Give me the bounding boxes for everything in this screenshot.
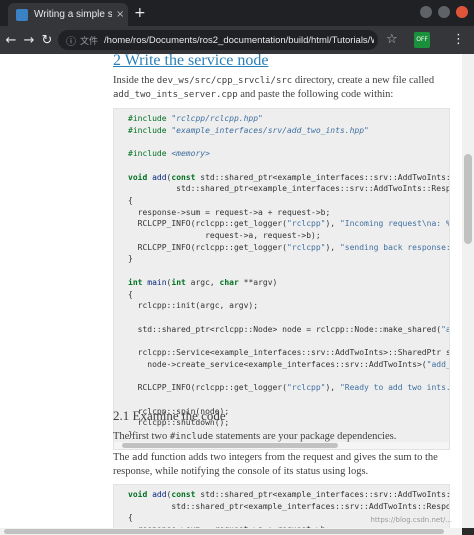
code-line: RCLCPP_INFO(rclcpp::get_logger("rclcpp")…: [128, 242, 450, 252]
include-paragraph: The first two #include statements are yo…: [113, 430, 451, 444]
tab-title: Writing a simple service a: [34, 9, 112, 20]
code-line: RCLCPP_INFO(rclcpp::get_logger("rclcpp")…: [128, 219, 449, 229]
section-heading: 2 Write the service node: [113, 54, 268, 70]
intro-text-post: and paste the following code within:: [237, 89, 394, 100]
bookmark-star-icon[interactable]: ☆: [386, 32, 398, 47]
subsection-heading: 2.1 Examine the code: [113, 408, 226, 423]
code-line: int main(int argc, char **argv): [128, 277, 278, 287]
code-line: rclcpp::init(argc, argv);: [137, 301, 259, 311]
new-tab-button[interactable]: +: [134, 5, 146, 21]
p1-code: #include: [169, 432, 214, 442]
code-line: {: [128, 289, 133, 299]
code-block-server[interactable]: #include "rclcpp/rclcpp.hpp" #include "e…: [113, 108, 450, 450]
code-line: #include <memory>: [128, 149, 210, 159]
close-window-button[interactable]: [456, 6, 468, 18]
code-line: std::shared_ptr<example_interfaces::srv:…: [171, 501, 450, 511]
browser-toolbar: ← → ↻ ⓘ 文件 /home/ros/Documents/ros2_docu…: [0, 26, 474, 54]
page-vertical-scrollbar[interactable]: [462, 54, 474, 528]
code-line: RCLCPP_INFO(rclcpp::get_logger("rclcpp")…: [128, 383, 450, 393]
section-heading-link[interactable]: 2 Write the service node: [113, 54, 268, 69]
extension-icon[interactable]: OFF: [414, 32, 430, 48]
code-line: }: [128, 254, 133, 264]
browser-menu-icon[interactable]: ⋮: [452, 32, 465, 47]
window-controls: [420, 6, 468, 18]
url-scheme-label: 文件: [80, 36, 99, 47]
code-line: #include "example_interfaces/srv/add_two…: [128, 125, 369, 135]
forward-icon[interactable]: →: [20, 33, 38, 48]
code-listing: #include "rclcpp/rclcpp.hpp" #include "e…: [128, 113, 450, 441]
code-line: rclcpp::Service<example_interfaces::srv:…: [137, 348, 449, 358]
code-line: void add(const std::shared_ptr<example_i…: [128, 172, 449, 182]
code-line: response->sum = request->a + request->b;: [137, 207, 331, 217]
browser-titlebar: Writing a simple service a × +: [0, 0, 474, 26]
p1-text-post: statements are your package dependencies…: [213, 431, 397, 442]
back-icon[interactable]: ←: [2, 33, 20, 48]
intro-path: dev_ws/src/cpp_srvcli/src: [156, 76, 293, 86]
page-viewport: 2 Write the service node Inside the dev_…: [0, 54, 462, 528]
page-hscrollbar-thumb[interactable]: [4, 529, 444, 534]
code-line: request->a, request->b);: [205, 231, 321, 241]
code-line: std::shared_ptr<rclcpp::Node> node = rcl…: [128, 324, 450, 334]
intro-filename: add_two_ints_server.cpp: [113, 90, 238, 100]
add-function-paragraph: The add function adds two integers from …: [113, 451, 451, 479]
intro-text-mid: directory, create a new file called: [292, 75, 435, 86]
maximize-button[interactable]: [438, 6, 450, 18]
url-text[interactable]: /home/ros/Documents/ros2_documentation/b…: [104, 35, 374, 46]
code-line: #include "rclcpp/rclcpp.hpp": [128, 114, 263, 123]
address-bar[interactable]: ⓘ 文件 /home/ros/Documents/ros2_documentat…: [58, 30, 378, 50]
intro-paragraph: Inside the dev_ws/src/cpp_srvcli/src dir…: [113, 74, 451, 102]
browser-tab[interactable]: Writing a simple service a ×: [8, 3, 128, 26]
code-line: std::shared_ptr<example_interfaces::srv:…: [176, 184, 450, 194]
p2-code: add: [131, 453, 149, 463]
code-line: node->create_service<example_interfaces:…: [128, 359, 450, 369]
p2-text-post: function adds two integers from the requ…: [113, 452, 438, 477]
code-line: {: [128, 195, 133, 205]
p1-text: The first two: [113, 431, 170, 442]
watermark: https://blog.csdn.net/...: [370, 516, 452, 524]
page-scrollbar-thumb[interactable]: [464, 154, 472, 244]
info-icon[interactable]: ⓘ: [66, 33, 76, 48]
page-horizontal-scrollbar[interactable]: [0, 528, 462, 535]
reload-icon[interactable]: ↻: [38, 33, 56, 48]
tab-favicon-icon: [16, 8, 28, 21]
code-line: void add(const std::shared_ptr<example_i…: [128, 490, 449, 499]
tab-close-icon[interactable]: ×: [116, 9, 124, 20]
intro-text: Inside the: [113, 75, 157, 86]
minimize-button[interactable]: [420, 6, 432, 18]
p2-text: The: [113, 452, 132, 463]
code-line: {: [128, 513, 133, 523]
